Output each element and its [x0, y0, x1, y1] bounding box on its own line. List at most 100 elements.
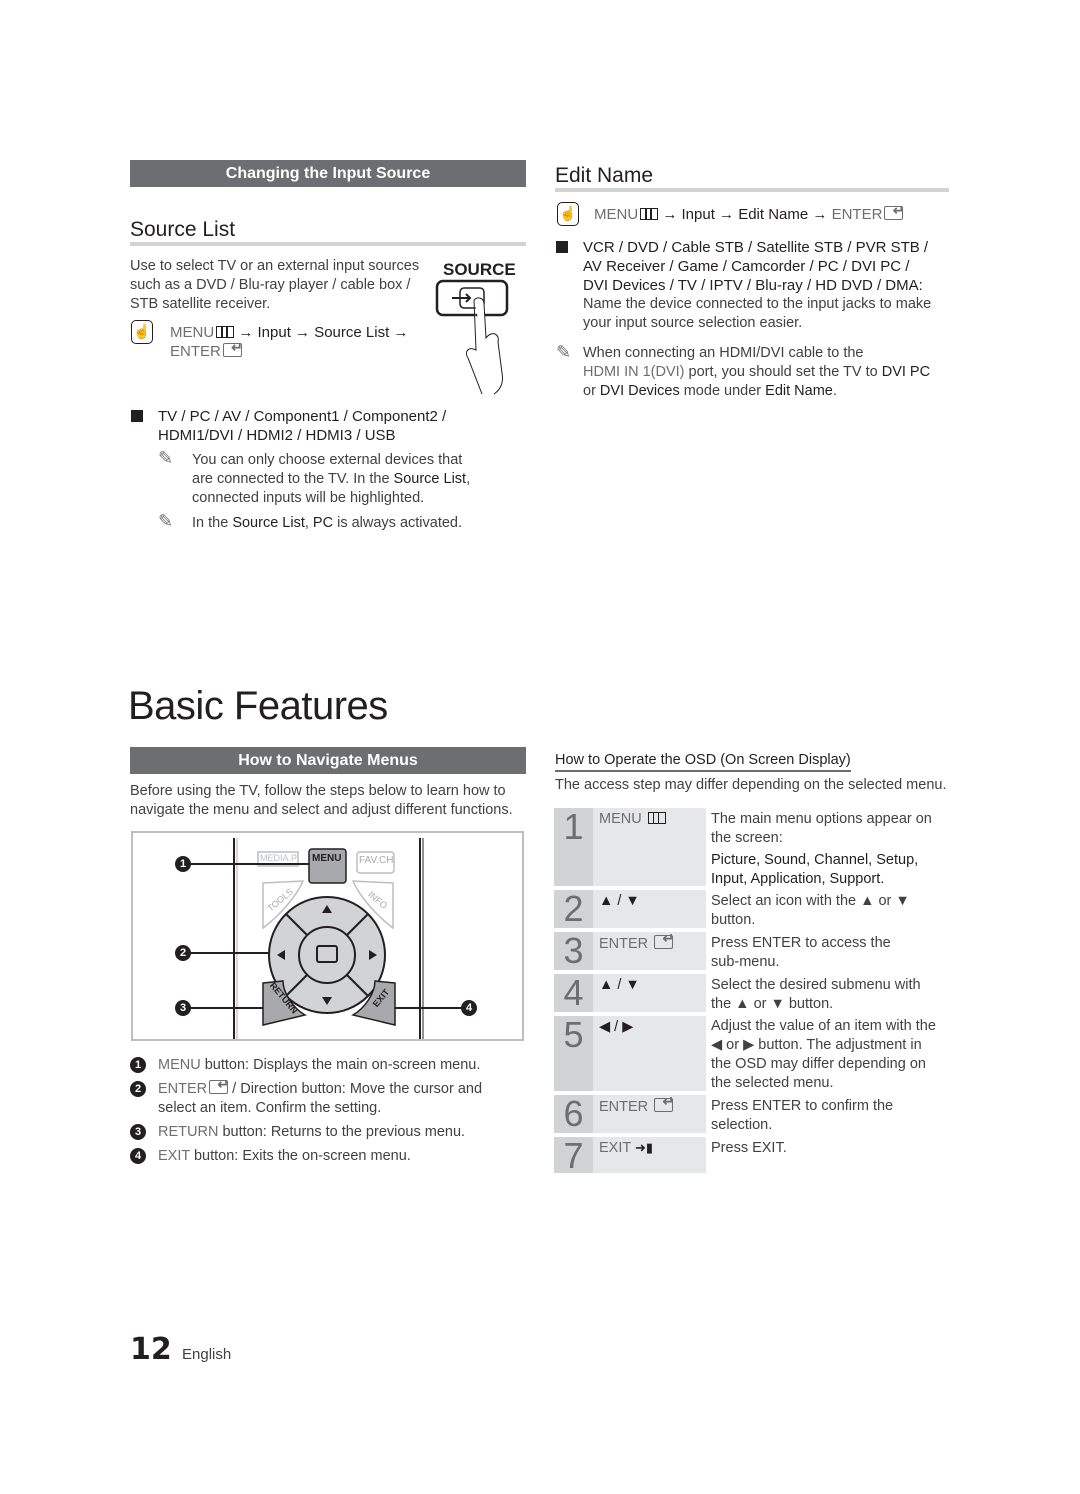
note-pencil-icon: ✎ [158, 448, 174, 468]
note-line: HDMI IN 1(DVI) port, you should set the … [583, 363, 953, 382]
osd-step-key: ▲ / ▼ [599, 977, 640, 993]
osd-step-number: 1 [554, 808, 593, 886]
remote-legend: 1 MENU button: Displays the main on-scre… [130, 1056, 530, 1166]
osd-step-row: 6 ENTER [554, 1093, 706, 1133]
osd-step-row: 7 EXIT ➜▮ [554, 1137, 706, 1175]
fav-ch-button: FAV.CH [359, 855, 394, 866]
menu-hand-icon: ☝ [131, 320, 153, 344]
edit-name-menu-path: MENU → Input → Edit Name → ENTER [594, 201, 904, 224]
legend-item: 4 EXIT button: Exits the on-screen menu. [130, 1147, 530, 1166]
callout-3: 3 [175, 1000, 191, 1016]
desc-line: Adjust the value of an item with the [711, 1018, 936, 1034]
device-line: AV Receiver / Game / Camcorder / PC / DV… [583, 258, 910, 275]
legend-number: 1 [130, 1057, 146, 1073]
desc-bold-line: Input, Application, Support. [711, 871, 885, 887]
legend-text: button: Displays the main on-screen menu… [200, 1057, 481, 1073]
legend-key: EXIT [158, 1148, 190, 1164]
menu-icon [640, 208, 659, 220]
menu-hand-icon: ☝ [557, 202, 579, 226]
note-text: or [583, 383, 600, 399]
osd-step-number: 3 [554, 932, 593, 970]
note-line: or DVI Devices mode under Edit Name. [583, 382, 953, 401]
page-number: 12 [130, 1332, 172, 1367]
intro-line: Before using the TV, follow the steps be… [130, 783, 506, 799]
note-text: are connected to the TV. In the [192, 471, 394, 487]
note-text: is always activated. [333, 515, 463, 531]
callout-2: 2 [175, 945, 191, 961]
desc-line: the screen: [711, 830, 783, 846]
source-note-2: In the Source List, PC is always activat… [192, 514, 462, 533]
osd-step-desc: Adjust the value of an item with the ◀ o… [711, 1017, 951, 1093]
device-line: DVI Devices / TV / IPTV / Blu-ray / HD D… [583, 277, 919, 294]
menu-key: MENU [594, 206, 639, 223]
note-text: In the [192, 515, 233, 531]
note-text: , [466, 471, 471, 487]
device-desc-line: your input source selection easier. [583, 315, 803, 331]
osd-step-row: 3 ENTER [554, 930, 706, 970]
legend-text: select an item. Confirm the setting. [158, 1100, 382, 1116]
desc-bold-line: Picture, Sound, Channel, Setup, [711, 852, 919, 868]
osd-step-number: 4 [554, 974, 593, 1012]
desc-line: Select the desired submenu with [711, 977, 921, 993]
osd-step-number: 2 [554, 890, 593, 928]
port-name: HDMI IN 1(DVI) [583, 364, 685, 380]
note-pencil-icon: ✎ [556, 342, 572, 362]
source-list-menu-path: MENU → Input → Source List → ENTER [170, 323, 408, 361]
legend-text: / Direction button: Move the cursor and [228, 1081, 483, 1097]
desc-line: ◀ or ▶ button. The adjustment in [711, 1037, 922, 1053]
note-line: When connecting an HDMI/DVI cable to the [583, 345, 864, 361]
device-line: VCR / DVD / Cable STB / Satellite STB / … [583, 239, 929, 256]
legend-text: button: Exits the on-screen menu. [189, 1148, 411, 1164]
osd-step-desc: Press ENTER to confirm the selection. [711, 1097, 951, 1135]
intro-line: such as a DVD / Blu-ray player / cable b… [130, 277, 411, 293]
legend-item: 3 RETURN button: Returns to the previous… [130, 1123, 530, 1142]
osd-step-key: EXIT [599, 1140, 631, 1156]
source-note-1: You can only choose external devices tha… [192, 451, 470, 508]
source-button-hand-illustration [435, 279, 509, 395]
chapter-title: Basic Features [128, 684, 388, 728]
enter-icon [654, 1093, 674, 1112]
edit-name-devices: VCR / DVD / Cable STB / Satellite STB / … [583, 238, 953, 333]
desc-line: Press EXIT. [711, 1140, 787, 1156]
osd-step-key: ENTER [599, 936, 649, 952]
osd-step-number: 5 [554, 1016, 593, 1091]
osd-step-key: MENU [599, 811, 642, 827]
osd-subtitle: The access step may differ depending on … [555, 777, 947, 793]
source-options-line: HDMI1/DVI / HDMI2 / HDMI3 / USB [158, 427, 396, 444]
desc-line: the selected menu. [711, 1075, 834, 1091]
osd-step-key: ENTER [599, 1099, 649, 1115]
note-bold: Source List [393, 471, 467, 487]
osd-step-desc: Select the desired submenu with the ▲ or… [711, 976, 951, 1014]
note-line: connected inputs will be highlighted. [192, 490, 425, 506]
desc-line: The main menu options appear on [711, 811, 932, 827]
note-line: You can only choose external devices tha… [192, 452, 463, 468]
note-text: port, you should set the TV to [684, 364, 882, 380]
osd-step-number: 7 [554, 1137, 593, 1175]
legend-number: 4 [130, 1148, 146, 1164]
legend-item: 1 MENU button: Displays the main on-scre… [130, 1056, 530, 1075]
desc-line: Press ENTER to access the [711, 935, 891, 951]
osd-step-number: 6 [554, 1095, 593, 1133]
bullet-square-icon [556, 241, 568, 253]
legend-text: button: Returns to the previous menu. [218, 1124, 466, 1140]
note-text: , [304, 515, 313, 531]
osd-step-key: ◀ / ▶ [599, 1019, 634, 1035]
osd-step-desc: Press EXIT. [711, 1139, 951, 1158]
osd-step-row: 1 MENU [554, 808, 706, 886]
menu-icon [216, 326, 235, 338]
enter-icon [222, 338, 243, 357]
menu-button: MENU [312, 853, 342, 864]
osd-step-row: 5 ◀ / ▶ [554, 1016, 706, 1091]
desc-line: the ▲ or ▼ button. [711, 996, 834, 1012]
enter-icon [884, 201, 904, 220]
desc-line: Press ENTER to confirm the [711, 1098, 894, 1114]
osd-step-desc: Press ENTER to access the sub-menu. [711, 934, 951, 972]
note-bold: DVI Devices [599, 383, 680, 399]
note-bold: PC [312, 515, 334, 531]
osd-title: How to Operate the OSD (On Screen Displa… [555, 751, 851, 772]
source-options: TV / PC / AV / Component1 / Component2 /… [158, 407, 446, 445]
desc-line: Select an icon with the ▲ or ▼ [711, 893, 910, 909]
menu-path-text: → Input → Source List → [234, 324, 409, 341]
menu-path-text: → Input → Edit Name → [658, 206, 832, 223]
note-text: . [832, 383, 837, 399]
